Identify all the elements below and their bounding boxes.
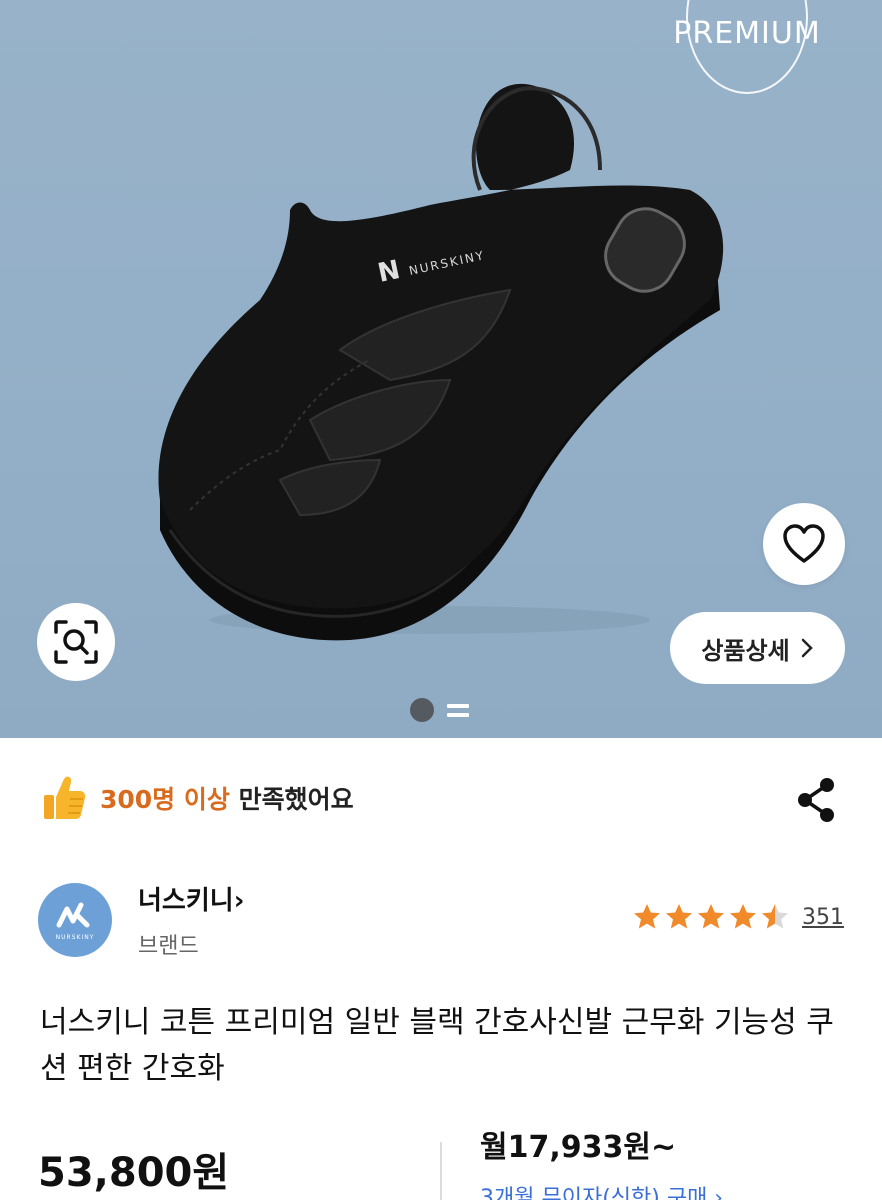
product-image-carousel[interactable]: PREMIUM NURSKINY N 상품상세 [0, 0, 882, 738]
carousel-more-icon[interactable] [447, 699, 469, 721]
rating[interactable]: 351 [632, 902, 844, 932]
magnifier-scan-icon [54, 620, 98, 664]
star-icon [634, 904, 660, 929]
star-rating-icons [634, 904, 788, 929]
product-shoe-image: NURSKINY N [158, 83, 724, 641]
brand-name-link[interactable]: 너스키니› [138, 880, 244, 917]
brand-label: 브랜드 [138, 934, 199, 959]
share-button[interactable] [794, 776, 838, 824]
heart-icon [783, 524, 825, 563]
satisfaction-rest: 만족했어요 [229, 785, 354, 814]
review-count[interactable]: 351 [802, 905, 844, 930]
carousel-indicator[interactable] [410, 698, 469, 722]
star-icon [666, 904, 692, 929]
premium-badge: PREMIUM [673, 16, 821, 51]
product-title: 너스키니 코튼 프리미엄 일반 블랙 간호사신발 근무화 기능성 쿠션 편한 간… [40, 1005, 834, 1086]
brand-chevron: › [233, 886, 245, 916]
star-icon [698, 904, 724, 929]
star-icon [730, 904, 756, 929]
svg-text:NURSKINY: NURSKINY [56, 934, 95, 941]
product-price: 53,800원 [38, 1150, 230, 1196]
satisfaction-text: 300명 이상 만족했어요 [100, 780, 354, 816]
share-icon [798, 778, 834, 822]
product-detail-label: 상품상세 [701, 636, 790, 665]
thumbs-up-icon [44, 776, 86, 819]
image-search-button[interactable] [37, 603, 115, 681]
wishlist-button[interactable] [763, 503, 845, 585]
monthly-price: 월17,933원~ [480, 1130, 677, 1165]
brand-logo-mark: NURSKINY [56, 902, 95, 941]
installment-link[interactable]: 3개월 무이자(신한) 구매 › [480, 1180, 723, 1200]
product-detail-button[interactable]: 상품상세 [670, 612, 845, 684]
satisfaction-highlight: 300명 이상 [100, 785, 230, 814]
satisfaction-banner: 300명 이상 만족했어요 [40, 768, 354, 828]
brand-name: 너스키니 [138, 886, 234, 916]
chevron-right-icon [801, 638, 813, 658]
brand-logo[interactable]: NURSKINY [38, 883, 112, 957]
price-divider [440, 1142, 442, 1200]
carousel-dot-active[interactable] [410, 698, 434, 722]
star-half-icon [762, 904, 788, 929]
